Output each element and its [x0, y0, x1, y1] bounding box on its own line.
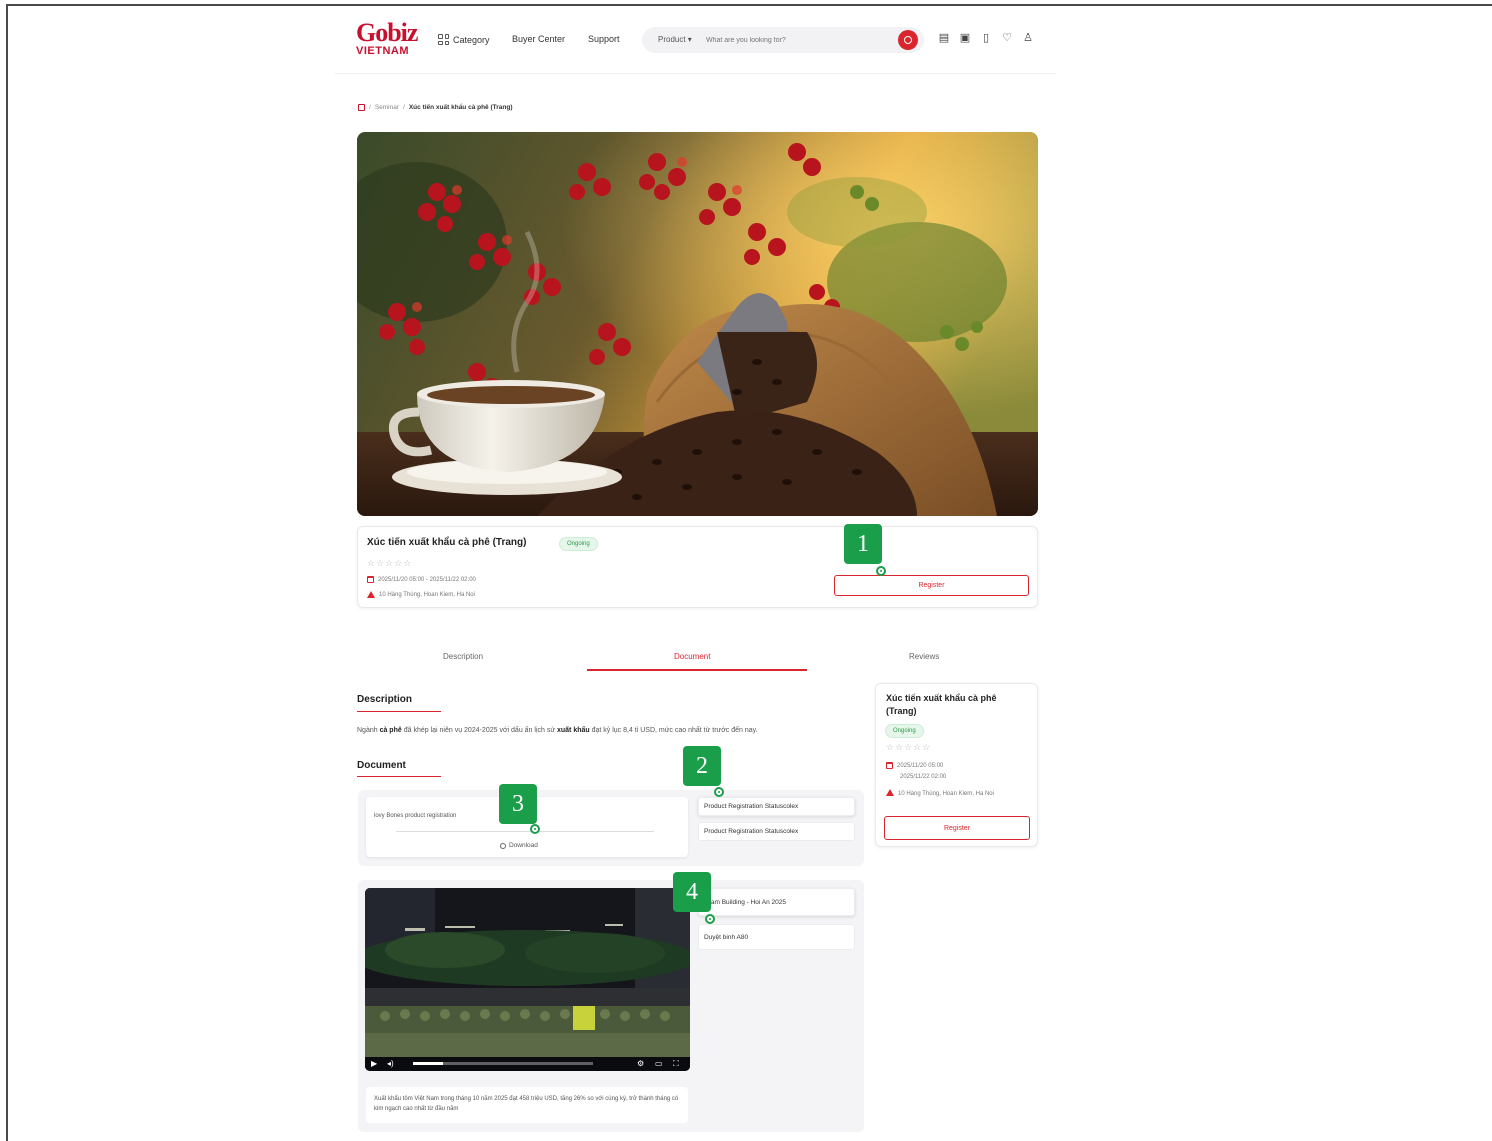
- event-hero-image: [357, 132, 1038, 516]
- active-tab-indicator: [587, 669, 807, 671]
- callout-pointer-4: [705, 914, 715, 924]
- search-category-label: Product: [658, 35, 686, 44]
- rating-stars[interactable]: ☆☆☆☆☆: [367, 558, 412, 569]
- breadcrumb: / Seminar / Xúc tiến xuất khẩu cà phê (T…: [358, 104, 513, 111]
- nav-support-label: Support: [588, 34, 620, 44]
- search-icon: [904, 36, 912, 44]
- sidebar-event-card: Xúc tiến xuất khẩu cà phê (Trang) Ongoin…: [875, 683, 1038, 847]
- description-text-part: đạt kỷ lục 8,4 tỉ USD, mức cao nhất từ t…: [589, 727, 758, 734]
- description-bold-export: xuất khẩu: [556, 727, 590, 734]
- nav-buyer-center-label: Buyer Center: [512, 34, 566, 44]
- document-heading: Document: [357, 760, 406, 771]
- callout-marker-3: 3: [499, 784, 537, 824]
- event-datetime-text: 2025/11/20 05:00 - 2025/11/22 02:00: [378, 576, 476, 583]
- calendar-icon: [367, 576, 374, 583]
- breadcrumb-separator: /: [403, 104, 405, 111]
- video-list-item[interactable]: Duyệt binh A80: [698, 924, 855, 950]
- event-title: Xúc tiến xuất khẩu cà phê (Trang): [367, 537, 527, 548]
- pip-icon[interactable]: ▭: [655, 1059, 663, 1068]
- home-icon[interactable]: [358, 104, 365, 111]
- description-text-part: Ngành: [357, 727, 380, 734]
- nav-category-label: Category: [453, 34, 490, 45]
- breadcrumb-separator: /: [369, 104, 371, 111]
- breadcrumb-seminar[interactable]: Seminar: [375, 104, 399, 111]
- document-icon[interactable]: ▯: [980, 32, 992, 44]
- document-list-item[interactable]: Product Registration Statuscolex: [698, 797, 855, 816]
- status-badge: Ongoing: [885, 724, 924, 738]
- document-preview-title: lovy Bones product registration: [374, 813, 457, 819]
- search-bar: Product ▾: [642, 27, 924, 53]
- sidebar-datetime: 2025/11/20 05:00: [886, 762, 943, 769]
- video-caption: Xuất khẩu tôm Việt Nam trong tháng 10 nă…: [366, 1087, 688, 1123]
- breadcrumb-current: Xúc tiến xuất khẩu cà phê (Trang): [408, 104, 513, 111]
- download-icon: [500, 842, 506, 849]
- tab-document[interactable]: Document: [674, 652, 710, 661]
- callout-pointer-1: [876, 566, 886, 576]
- description-heading: Description: [357, 694, 413, 705]
- description-bold-coffee: cà phê: [379, 727, 402, 734]
- nav-buyer-center[interactable]: Buyer Center: [512, 34, 565, 44]
- site-header: Gobiz VIETNAM Category Buyer Center Supp…: [334, 14, 1056, 74]
- category-grid-icon: [438, 34, 449, 45]
- status-badge: Ongoing: [559, 537, 598, 551]
- header-icons: ▤ ▣ ▯ ♡ ♙: [938, 32, 1034, 44]
- video-frame-image: [365, 888, 690, 1071]
- document-panel: lovy Bones product registration Download…: [358, 790, 864, 866]
- tab-reviews[interactable]: Reviews: [909, 652, 939, 661]
- document-divider: [396, 831, 654, 832]
- nav-category[interactable]: Category: [438, 34, 490, 45]
- sidebar-date-start: 2025/11/20 05:00: [897, 762, 944, 769]
- callout-marker-1: 1: [844, 524, 882, 564]
- callout-marker-4: 4: [673, 872, 711, 912]
- callout-marker-2: 2: [683, 746, 721, 786]
- callout-pointer-3: [530, 824, 540, 834]
- sidebar-event-title: Xúc tiến xuất khẩu cà phê (Trang): [886, 693, 997, 716]
- gobiz-logo[interactable]: Gobiz VIETNAM: [356, 18, 420, 58]
- sidebar-date-end: 2025/11/22 02:00: [900, 774, 947, 780]
- video-progress[interactable]: [413, 1062, 443, 1065]
- description-underline: [357, 711, 441, 712]
- rating-stars[interactable]: ☆☆☆☆☆: [886, 742, 931, 753]
- video-controls: ▶ ◂) ⚙ ▭ ⛶: [365, 1057, 690, 1071]
- video-list-item[interactable]: Team Building - Hoi An 2025: [698, 888, 855, 916]
- callout-pointer-2: [714, 787, 724, 797]
- fullscreen-icon[interactable]: ⛶: [673, 1059, 679, 1069]
- sidebar-register-button[interactable]: Register: [884, 816, 1030, 840]
- coffee-hero-illustration: [357, 132, 1038, 516]
- download-label: Download: [509, 842, 538, 849]
- nav-support[interactable]: Support: [588, 34, 620, 44]
- search-input[interactable]: [706, 33, 886, 47]
- location-icon: [886, 789, 894, 796]
- register-button[interactable]: Register: [834, 575, 1029, 596]
- event-location-text: 10 Hàng Thùng, Hoan Kiem, Ha Noi: [379, 591, 475, 598]
- document-underline: [357, 776, 441, 777]
- tab-description[interactable]: Description: [443, 652, 483, 661]
- logo-wordmark: Gobiz: [356, 18, 418, 47]
- event-datetime: 2025/11/20 05:00 - 2025/11/22 02:00: [367, 576, 476, 583]
- sidebar-location: 10 Hàng Thùng, Hoan Kiem, Ha Noi: [886, 789, 1026, 800]
- video-player[interactable]: ▶ ◂) ⚙ ▭ ⛶: [365, 888, 690, 1071]
- search-button[interactable]: [898, 30, 918, 50]
- heart-icon[interactable]: ♡: [1001, 32, 1013, 44]
- volume-icon[interactable]: ◂): [387, 1059, 394, 1068]
- event-summary-card: Xúc tiến xuất khẩu cà phê (Trang) Ongoin…: [357, 526, 1038, 608]
- calendar-icon[interactable]: ▣: [959, 32, 971, 44]
- event-location: 10 Hàng Thùng, Hoan Kiem, Ha Noi: [367, 591, 475, 598]
- settings-icon[interactable]: ⚙: [637, 1059, 644, 1068]
- description-text: Ngành cà phê đã khép lại niên vụ 2024-20…: [357, 724, 862, 737]
- description-text-part: đã khép lại niên vụ 2024-2025 với dấu ấn…: [401, 727, 557, 734]
- video-panel: ▶ ◂) ⚙ ▭ ⛶ Team Building - Hoi An 2025 D…: [358, 880, 864, 1132]
- video-track[interactable]: [443, 1062, 593, 1065]
- play-icon[interactable]: ▶: [371, 1059, 377, 1068]
- chat-icon[interactable]: ▤: [938, 32, 950, 44]
- document-list-item[interactable]: Product Registration Statuscolex: [698, 822, 855, 841]
- calendar-icon: [886, 762, 893, 769]
- location-icon: [367, 591, 375, 598]
- user-icon[interactable]: ♙: [1022, 32, 1034, 44]
- sidebar-location-text: 10 Hàng Thùng, Hoan Kiem, Ha Noi: [898, 791, 994, 797]
- download-button[interactable]: Download: [500, 842, 538, 849]
- search-category-select[interactable]: Product ▾: [658, 35, 692, 44]
